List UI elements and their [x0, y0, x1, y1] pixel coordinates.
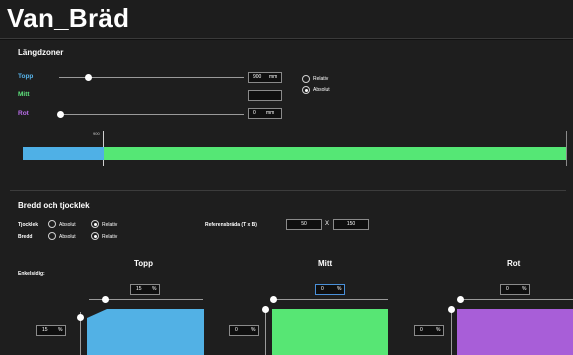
rot-profile-shape: [457, 309, 573, 355]
main-panel: [0, 40, 573, 355]
referens-label: Referensbräda (T x B): [205, 222, 257, 228]
langd-absolut-radio[interactable]: [302, 86, 310, 94]
referens-b-value: 150: [346, 221, 356, 227]
topp-side-value: 15: [42, 327, 48, 333]
referens-x-label: X: [325, 221, 330, 227]
rot-length-unit: mm: [266, 110, 275, 116]
rot-label: Rot: [18, 110, 29, 117]
rot-side-thumb[interactable]: [448, 306, 455, 313]
zone-marker-label: 900: [93, 131, 100, 136]
referens-b-field[interactable]: 150: [333, 219, 369, 230]
bredd-absolut-radio[interactable]: [48, 232, 56, 240]
topp-top-thumb[interactable]: [102, 296, 109, 303]
zone-rot-title: Rot: [507, 259, 521, 268]
zone-bar-mitt: [104, 147, 566, 160]
topp-top-field[interactable]: 15 %: [130, 284, 160, 295]
app-title: Van_Bräd: [7, 3, 130, 33]
mitt-side-value: 0: [235, 327, 238, 333]
tjocklek-relativ-radio[interactable]: [91, 220, 99, 228]
mitt-side-unit: %: [251, 327, 256, 333]
mitt-top-field[interactable]: 0 %: [315, 284, 345, 295]
langd-relativ-radio[interactable]: [302, 75, 310, 83]
mitt-length-field[interactable]: [248, 90, 282, 101]
topp-length-field[interactable]: 900 mm: [248, 72, 282, 83]
mitt-top-track[interactable]: [272, 299, 388, 300]
tjocklek-relativ-label: Relativ: [102, 222, 118, 228]
langd-absolut-label: Absolut: [313, 87, 330, 93]
topp-length-thumb[interactable]: [85, 74, 92, 81]
langd-relativ-label: Relativ: [313, 76, 329, 82]
rot-side-unit: %: [436, 327, 441, 333]
rot-top-track[interactable]: [459, 299, 573, 300]
referens-t-field[interactable]: 50: [286, 219, 322, 230]
mitt-top-unit: %: [337, 286, 342, 292]
rot-length-field[interactable]: 0 mm: [248, 108, 282, 119]
bredd-tjocklek-heading: Bredd och tjocklek: [18, 201, 90, 210]
mitt-profile-shape: [272, 309, 388, 355]
topp-length-unit: mm: [269, 74, 278, 80]
rot-top-thumb[interactable]: [457, 296, 464, 303]
langdzoner-heading: Längdzoner: [18, 48, 64, 57]
mitt-top-thumb[interactable]: [270, 296, 277, 303]
mitt-side-field[interactable]: 0 %: [229, 325, 259, 336]
zone-bar-topp: [23, 147, 104, 160]
mitt-label: Mitt: [18, 91, 30, 98]
rot-top-value: 0: [506, 286, 509, 292]
tjocklek-absolut-radio[interactable]: [48, 220, 56, 228]
bredd-label: Bredd: [18, 234, 33, 240]
topp-top-value: 15: [136, 286, 142, 292]
bredd-relativ-radio[interactable]: [91, 232, 99, 240]
mitt-side-track[interactable]: [265, 306, 266, 355]
enkelsidig-label: Enkelsidig:: [18, 271, 45, 277]
section-divider: [10, 190, 566, 191]
mitt-top-value: 0: [321, 286, 324, 292]
rot-side-value: 0: [420, 327, 423, 333]
topp-side-thumb[interactable]: [77, 314, 84, 321]
topp-side-unit: %: [58, 327, 63, 333]
tjocklek-absolut-label: Absolut: [59, 222, 76, 228]
rot-top-field[interactable]: 0 %: [500, 284, 530, 295]
topp-length-value: 900: [253, 74, 262, 80]
rot-side-track[interactable]: [451, 306, 452, 355]
mitt-side-thumb[interactable]: [262, 306, 269, 313]
rot-length-thumb[interactable]: [57, 111, 64, 118]
zone-end-line: [566, 131, 567, 166]
zone-topp-title: Topp: [134, 259, 153, 268]
topp-profile-shape: [87, 309, 204, 355]
rot-length-value: 0: [253, 110, 256, 116]
referens-t-value: 50: [301, 221, 307, 227]
rot-length-track[interactable]: [59, 114, 244, 115]
topp-top-unit: %: [152, 286, 157, 292]
bredd-absolut-label: Absolut: [59, 234, 76, 240]
tjocklek-label: Tjocklek: [18, 222, 39, 228]
bredd-relativ-label: Relativ: [102, 234, 118, 240]
rot-top-unit: %: [522, 286, 527, 292]
zone-mitt-title: Mitt: [318, 259, 333, 268]
topp-label: Topp: [18, 73, 34, 80]
topp-side-field[interactable]: 15 %: [36, 325, 66, 336]
rot-side-field[interactable]: 0 %: [414, 325, 444, 336]
